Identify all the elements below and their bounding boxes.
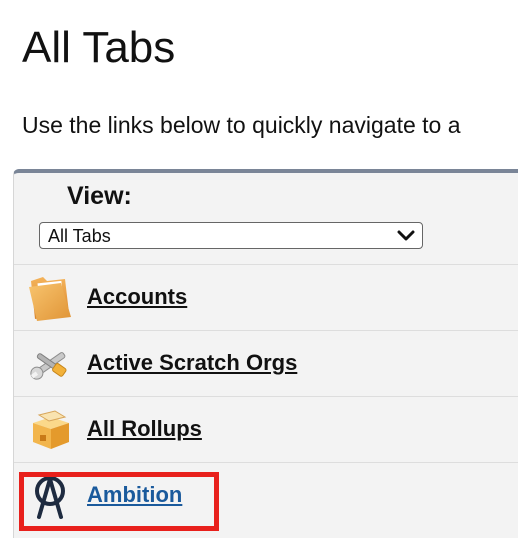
tab-link-accounts[interactable]: Accounts xyxy=(87,283,187,311)
tab-row-active-scratch-orgs: Active Scratch Orgs xyxy=(14,330,518,396)
tab-row-ambition: Ambition xyxy=(14,462,518,528)
page-title: All Tabs xyxy=(22,23,176,72)
all-tabs-page: All Tabs Use the links below to quickly … xyxy=(0,0,518,538)
intro-text: Use the links below to quickly navigate … xyxy=(22,112,461,138)
tab-row-all-rollups: All Rollups xyxy=(14,396,518,462)
box-icon xyxy=(33,410,69,449)
view-label: View: xyxy=(67,182,132,210)
view-select-value: All Tabs xyxy=(48,226,111,246)
ambition-logo-icon xyxy=(35,476,65,519)
tabs-panel: View: All Tabs Accounts Active Scratch O… xyxy=(13,169,518,538)
folder-icon xyxy=(29,277,71,321)
tab-list: Accounts Active Scratch Orgs All Rollups… xyxy=(14,264,518,528)
tab-link-ambition[interactable]: Ambition xyxy=(87,481,182,509)
chevron-down-icon xyxy=(397,230,415,241)
tab-link-all-rollups[interactable]: All Rollups xyxy=(87,415,202,443)
view-select[interactable]: All Tabs xyxy=(39,222,423,249)
tab-link-active-scratch-orgs[interactable]: Active Scratch Orgs xyxy=(87,349,297,377)
tab-row-accounts: Accounts xyxy=(14,264,518,330)
tools-icon xyxy=(30,352,67,380)
